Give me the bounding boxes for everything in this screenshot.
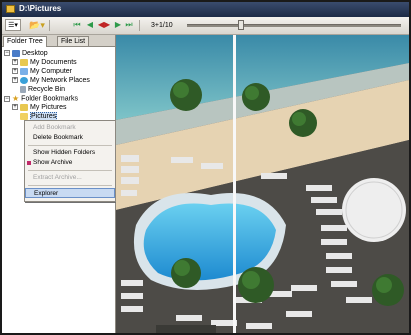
menu-item-delete-bookmark[interactable]: Delete Bookmark xyxy=(25,133,115,143)
tab-folder-tree[interactable]: Folder Tree xyxy=(3,36,47,47)
menu-separator xyxy=(28,145,112,146)
view-mode-button[interactable]: ☰▾ xyxy=(5,19,21,31)
play-slideshow-button[interactable]: ◀▶ xyxy=(97,19,111,31)
last-image-button[interactable]: ⏭ xyxy=(124,19,134,31)
expand-icon[interactable]: + xyxy=(12,104,18,111)
folder-icon xyxy=(20,103,28,111)
next-image-button[interactable]: ▶ xyxy=(113,19,123,31)
beach-resort-photo xyxy=(116,35,409,333)
context-menu: Add Bookmark Delete Bookmark Show Hidden… xyxy=(24,120,116,202)
toolbar-separator xyxy=(49,20,50,31)
computer-icon xyxy=(20,67,28,75)
desktop-icon xyxy=(12,49,20,57)
star-icon: ★ xyxy=(12,94,20,103)
check-icon xyxy=(27,161,31,165)
image-viewer[interactable] xyxy=(116,35,409,333)
menu-item-add-bookmark[interactable]: Add Bookmark xyxy=(25,123,115,133)
toolbar: ☰▾ 📂▾ ⏮ ◀ ◀▶ ▶ ⏭ 3+1/10 xyxy=(2,17,409,35)
folder-app-icon xyxy=(6,5,15,13)
sidebar-tabs: Folder Tree File List xyxy=(2,35,115,47)
expand-icon[interactable]: + xyxy=(12,77,18,84)
image-position-slider[interactable] xyxy=(187,24,401,27)
menu-item-show-hidden-folders[interactable]: Show Hidden Folders xyxy=(25,148,115,158)
menu-separator xyxy=(28,185,112,186)
open-folder-icon xyxy=(20,112,28,120)
tree-item-desktop[interactable]: − Desktop xyxy=(4,49,48,58)
window-title: D:\Pictures xyxy=(19,4,62,13)
recycle-bin-icon xyxy=(20,85,26,93)
app-window: D:\Pictures ☰▾ 📂▾ ⏮ ◀ ◀▶ ▶ ⏭ 3+1/10 Fold… xyxy=(0,0,411,335)
expand-icon[interactable]: + xyxy=(12,59,18,66)
tree-item-my-computer[interactable]: + My Computer xyxy=(12,67,72,76)
image-counter: 3+1/10 xyxy=(151,22,173,29)
tree-item-recycle-bin[interactable]: Recycle Bin xyxy=(20,85,65,94)
first-image-button[interactable]: ⏮ xyxy=(72,19,82,31)
collapse-icon[interactable]: − xyxy=(4,50,10,57)
tab-file-list[interactable]: File List xyxy=(57,36,90,46)
documents-folder-icon xyxy=(20,58,28,66)
slider-thumb[interactable] xyxy=(238,20,244,30)
tree-item-my-pictures[interactable]: + My Pictures xyxy=(12,103,67,112)
tree-item-my-network-places[interactable]: + My Network Places xyxy=(12,76,90,85)
collapse-icon[interactable]: − xyxy=(4,95,10,102)
folder-dropdown-button[interactable]: 📂▾ xyxy=(28,19,46,31)
menu-item-explorer[interactable]: Explorer xyxy=(25,188,115,198)
menu-separator xyxy=(28,170,112,171)
expand-icon[interactable]: + xyxy=(12,68,18,75)
tree-item-my-documents[interactable]: + My Documents xyxy=(12,58,77,67)
menu-item-extract-archive[interactable]: Extract Archive... xyxy=(25,173,115,183)
menu-item-show-archive[interactable]: Show Archive xyxy=(25,158,115,168)
previous-image-button[interactable]: ◀ xyxy=(85,19,95,31)
network-icon xyxy=(20,76,28,84)
title-bar[interactable]: D:\Pictures xyxy=(2,2,409,17)
split-divider[interactable] xyxy=(233,35,236,333)
tree-item-folder-bookmarks[interactable]: − ★ Folder Bookmarks xyxy=(4,94,78,103)
toolbar-separator xyxy=(139,20,140,31)
